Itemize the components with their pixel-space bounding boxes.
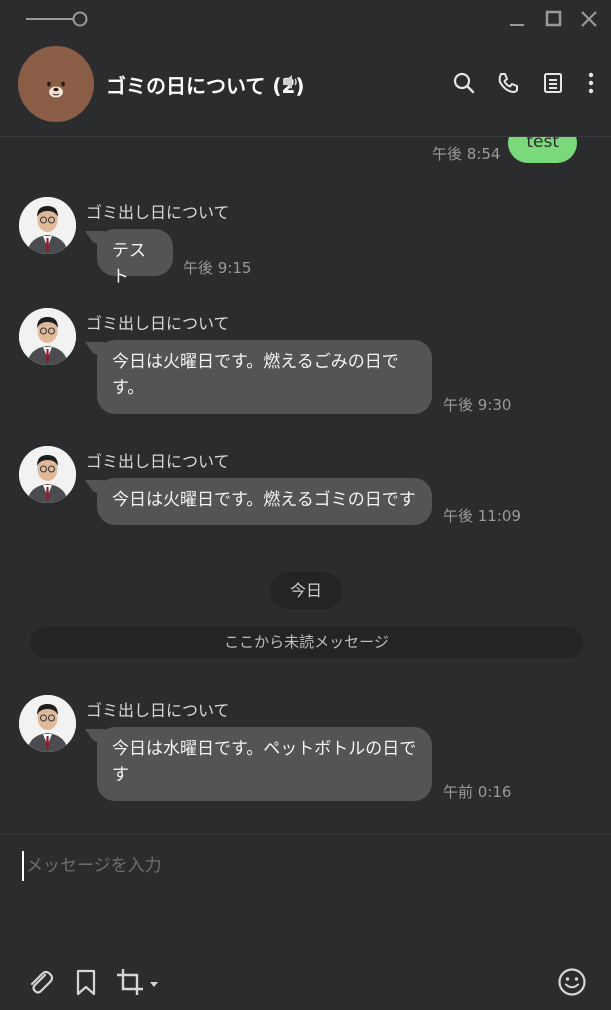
message-list[interactable]: test 午後 8:54 ゴミ出し日について テスト 午後 9:15 ゴミ出し日…: [0, 137, 611, 834]
date-separator: 今日: [270, 572, 342, 609]
message-time: 午後 9:15: [183, 259, 252, 277]
message-input[interactable]: [22, 851, 586, 881]
sender-name: ゴミ出し日について: [86, 452, 230, 471]
message-time: 午後 11:09: [443, 507, 521, 525]
incoming-message-bubble[interactable]: テスト: [97, 229, 173, 287]
phone-icon[interactable]: [496, 71, 520, 95]
title-bar: [0, 0, 611, 38]
sender-name: ゴミ出し日について: [86, 203, 230, 222]
outgoing-message-bubble[interactable]: test: [508, 137, 577, 163]
chat-header: ゴミの日について (2): [0, 38, 611, 137]
search-icon[interactable]: [452, 71, 476, 95]
sender-name: ゴミ出し日について: [86, 314, 230, 333]
message-composer: [0, 834, 611, 1010]
minimize-icon[interactable]: [506, 8, 528, 30]
unread-marker: ここから未読メッセージ: [30, 627, 583, 658]
close-icon[interactable]: [578, 8, 600, 30]
incoming-message-bubble[interactable]: 今日は水曜日です。ペットボトルの日です: [97, 727, 432, 801]
sender-name: ゴミ出し日について: [86, 701, 230, 720]
chat-title[interactable]: ゴミの日について (2): [106, 70, 305, 99]
message-time: 午後 9:30: [443, 396, 512, 414]
paperclip-icon[interactable]: [25, 967, 55, 997]
notes-icon[interactable]: [541, 71, 565, 95]
maximize-icon[interactable]: [543, 8, 565, 30]
incoming-message-bubble[interactable]: 今日は火曜日です。燃えるゴミの日です: [97, 478, 432, 525]
emoji-icon[interactable]: [557, 967, 587, 997]
message-time: 午前 0:16: [443, 783, 512, 801]
bear-icon: [18, 46, 94, 122]
slider-icon[interactable]: [24, 11, 90, 27]
crop-icon[interactable]: [115, 967, 161, 997]
message-time: 午後 8:54: [432, 145, 501, 163]
more-icon[interactable]: [582, 71, 600, 95]
incoming-message-bubble[interactable]: 今日は火曜日です。燃えるごみの日です。: [97, 340, 432, 414]
sender-avatar[interactable]: [19, 446, 76, 503]
sender-avatar[interactable]: [19, 695, 76, 752]
bookmark-icon[interactable]: [71, 967, 101, 997]
sender-avatar[interactable]: [19, 197, 76, 254]
sender-avatar[interactable]: [19, 308, 76, 365]
mute-icon: [283, 75, 297, 89]
chat-avatar[interactable]: [18, 46, 94, 122]
